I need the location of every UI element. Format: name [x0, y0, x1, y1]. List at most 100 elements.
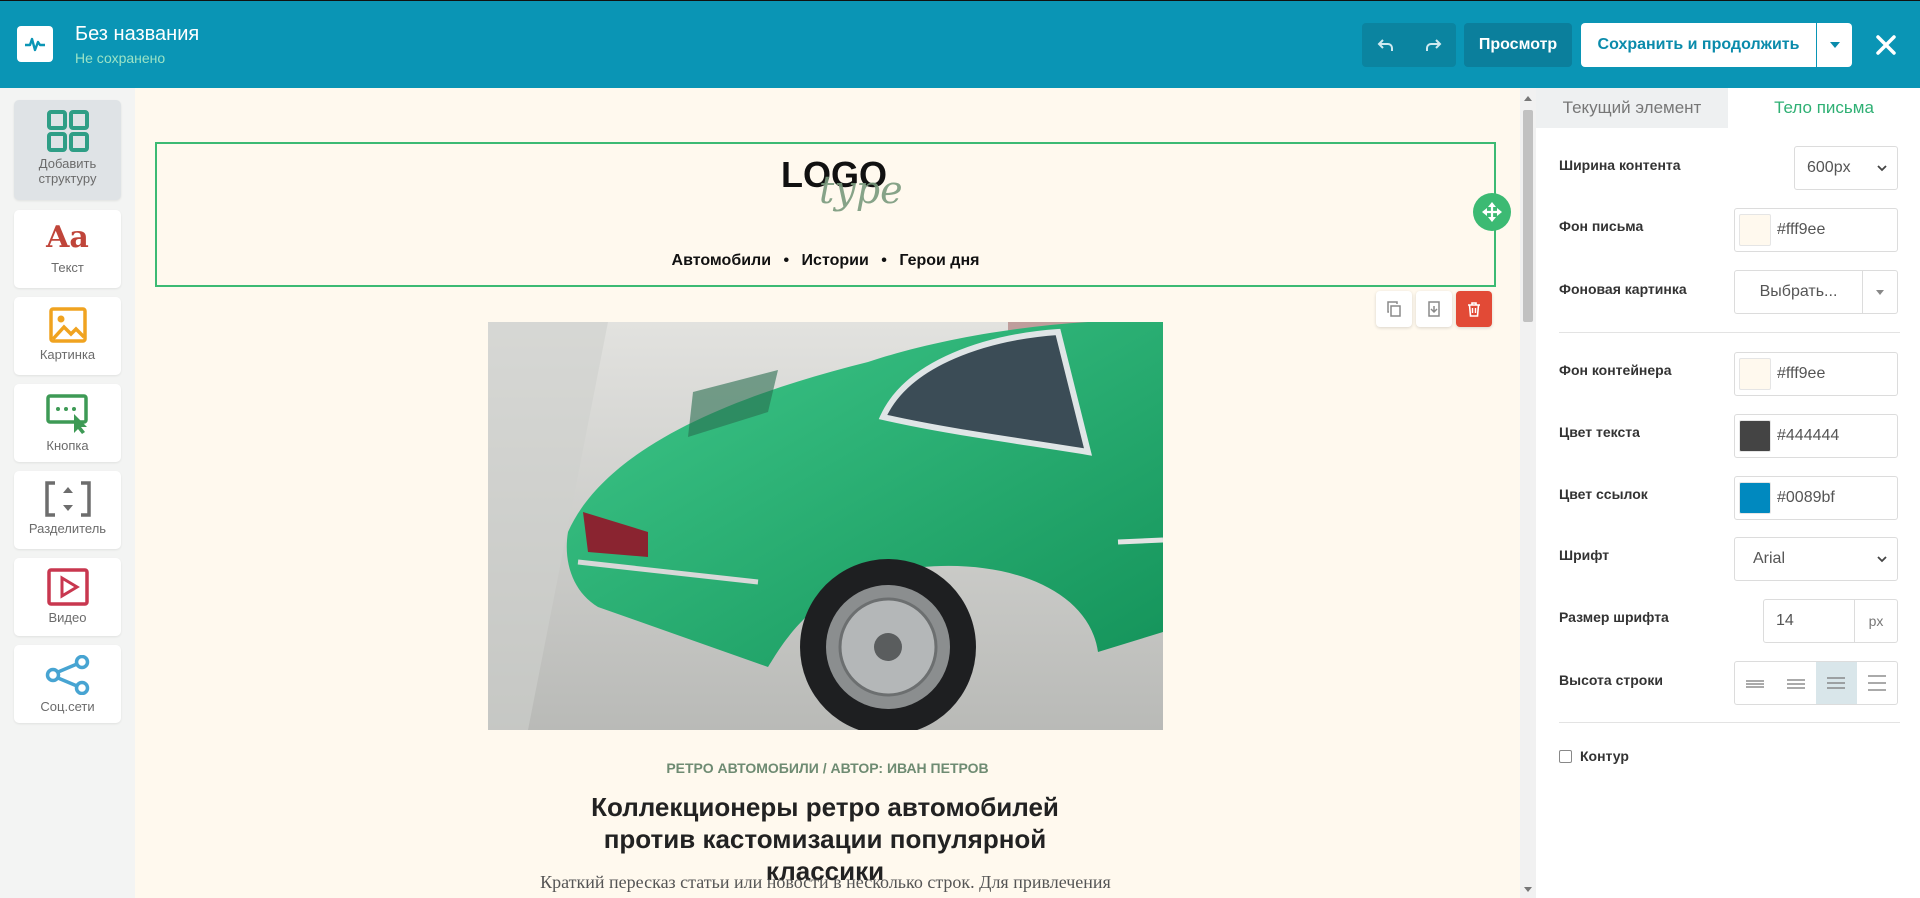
tool-label: Кнопка — [46, 438, 89, 453]
scrollbar-thumb[interactable] — [1523, 110, 1533, 322]
image-icon — [14, 297, 121, 343]
container-bg-hex: #fff9ee — [1777, 365, 1826, 382]
panel-divider — [1559, 332, 1900, 333]
save-options-dropdown[interactable] — [1817, 23, 1852, 67]
text-color-swatch[interactable] — [1739, 420, 1771, 452]
close-button[interactable] — [1866, 25, 1906, 65]
line-height-option-1[interactable] — [1735, 662, 1776, 704]
font-select[interactable]: Arial — [1734, 537, 1898, 581]
email-bg-color-field[interactable]: #fff9ee — [1734, 208, 1898, 252]
delete-block-button[interactable] — [1456, 291, 1492, 327]
preview-button[interactable]: Просмотр — [1464, 23, 1572, 67]
undo-icon — [1377, 39, 1393, 51]
social-tool[interactable]: Соц.сети — [14, 645, 121, 723]
scroll-up-icon — [1524, 96, 1532, 101]
video-play-icon — [14, 558, 121, 606]
email-bg-swatch[interactable] — [1739, 214, 1771, 246]
logo-script: type — [819, 168, 903, 212]
video-tool[interactable]: Видео — [14, 558, 121, 636]
chevron-down-icon — [1877, 164, 1887, 171]
document-title[interactable]: Без названия — [75, 23, 199, 46]
line-height-option-3[interactable] — [1816, 662, 1857, 704]
hero-car-image[interactable] — [488, 322, 1163, 730]
divider-tool[interactable]: Разделитель — [14, 471, 121, 549]
button-tool[interactable]: Кнопка — [14, 384, 121, 462]
container-bg-color-field[interactable]: #fff9ee — [1734, 352, 1898, 396]
tool-label: Разделитель — [28, 521, 107, 536]
tab-email-body[interactable]: Тело письма — [1728, 88, 1920, 128]
add-structure-tool[interactable]: Добавить структуру — [14, 100, 121, 200]
nav-link[interactable]: Автомобили — [672, 252, 771, 269]
outline-checkbox[interactable] — [1559, 749, 1572, 763]
font-label: Шрифт — [1559, 547, 1610, 563]
top-bar: Без названия Не сохранено Просмотр Сохра… — [0, 0, 1920, 88]
text-color-field[interactable]: #444444 — [1734, 414, 1898, 458]
tool-label: Видео — [48, 610, 87, 625]
line-height-relaxed-icon — [1827, 677, 1846, 689]
redo-button[interactable] — [1409, 23, 1456, 67]
duplicate-block-button[interactable] — [1376, 291, 1412, 327]
bg-image-picker[interactable]: Выбрать... — [1734, 270, 1898, 314]
article-kicker[interactable]: РЕТРО АВТОМОБИЛИ / АВТОР: ИВАН ПЕТРОВ — [135, 760, 1520, 776]
content-width-select[interactable]: 600px — [1794, 146, 1898, 190]
line-height-option-2[interactable] — [1776, 662, 1817, 704]
nav-link[interactable]: Истории — [802, 252, 869, 269]
text-color-hex: #444444 — [1777, 427, 1840, 444]
move-handle-button[interactable] — [1473, 193, 1511, 231]
outline-label: Контур — [1580, 748, 1629, 764]
redo-icon — [1425, 39, 1441, 51]
container-bg-label: Фон контейнера — [1559, 362, 1672, 378]
app-logo-icon[interactable] — [17, 26, 53, 62]
nav-link[interactable]: Герои дня — [899, 252, 979, 269]
container-bg-swatch[interactable] — [1739, 358, 1771, 390]
save-module-icon — [1428, 301, 1440, 317]
caret-down-icon — [1876, 289, 1884, 295]
tool-label: Добавить структуру — [38, 156, 97, 186]
nav-separator: • — [881, 252, 887, 269]
caret-down-icon — [1829, 42, 1840, 48]
canvas-scrollbar[interactable] — [1520, 88, 1536, 898]
article-lede[interactable]: Краткий пересказ статьи или новости в не… — [488, 872, 1163, 893]
chevron-down-icon — [1877, 555, 1887, 562]
save-continue-button[interactable]: Сохранить и продолжить — [1581, 23, 1816, 67]
text-color-label: Цвет текста — [1559, 424, 1640, 440]
logo[interactable]: LOGO type — [779, 154, 919, 218]
font-size-unit: px — [1854, 600, 1897, 642]
content-width-value: 600px — [1807, 159, 1851, 176]
tool-label: Картинка — [39, 347, 96, 362]
save-status: Не сохранено — [75, 50, 166, 66]
line-height-tight-icon — [1746, 680, 1765, 688]
content-width-label: Ширина контента — [1559, 157, 1681, 173]
font-value: Arial — [1753, 550, 1786, 567]
link-color-field[interactable]: #0089bf — [1734, 476, 1898, 520]
bg-image-label: Фоновая картинка — [1559, 281, 1687, 297]
bg-image-dropdown[interactable] — [1862, 271, 1897, 313]
link-color-label: Цвет ссылок — [1559, 486, 1648, 502]
email-bg-hex: #fff9ee — [1777, 221, 1826, 238]
text-tool[interactable]: Aa Текст — [14, 210, 121, 288]
outline-option[interactable]: Контур — [1559, 748, 1629, 764]
undo-button[interactable] — [1362, 23, 1409, 67]
save-block-button[interactable] — [1416, 291, 1452, 327]
trash-icon — [1468, 302, 1480, 317]
divider-icon — [14, 471, 121, 517]
choose-button[interactable]: Выбрать... — [1735, 283, 1862, 301]
button-cursor-icon — [14, 384, 121, 434]
blocks-sidebar: Добавить структуру Aa Текст Картинка Кно… — [0, 88, 135, 898]
image-tool[interactable]: Картинка — [14, 297, 121, 375]
line-height-options — [1734, 661, 1898, 705]
settings-panel: Текущий элемент Тело письма Ширина конте… — [1536, 88, 1920, 898]
block-actions — [1376, 291, 1492, 327]
panel-tabs: Текущий элемент Тело письма — [1536, 88, 1920, 128]
structure-grid-icon — [14, 100, 121, 152]
selected-header-block[interactable]: LOGO type Автомобили • Истории • Герои д… — [155, 142, 1496, 287]
move-arrows-icon — [1482, 202, 1502, 222]
line-height-option-4[interactable] — [1857, 662, 1898, 704]
link-color-swatch[interactable] — [1739, 482, 1771, 514]
tab-current-element[interactable]: Текущий элемент — [1536, 88, 1728, 128]
close-icon — [1876, 35, 1896, 55]
line-height-label: Высота строки — [1559, 672, 1663, 688]
font-size-input[interactable]: 14 px — [1763, 599, 1898, 643]
email-canvas[interactable]: LOGO type Автомобили • Истории • Герои д… — [135, 88, 1520, 898]
email-nav: Автомобили • Истории • Герои дня — [157, 252, 1494, 270]
